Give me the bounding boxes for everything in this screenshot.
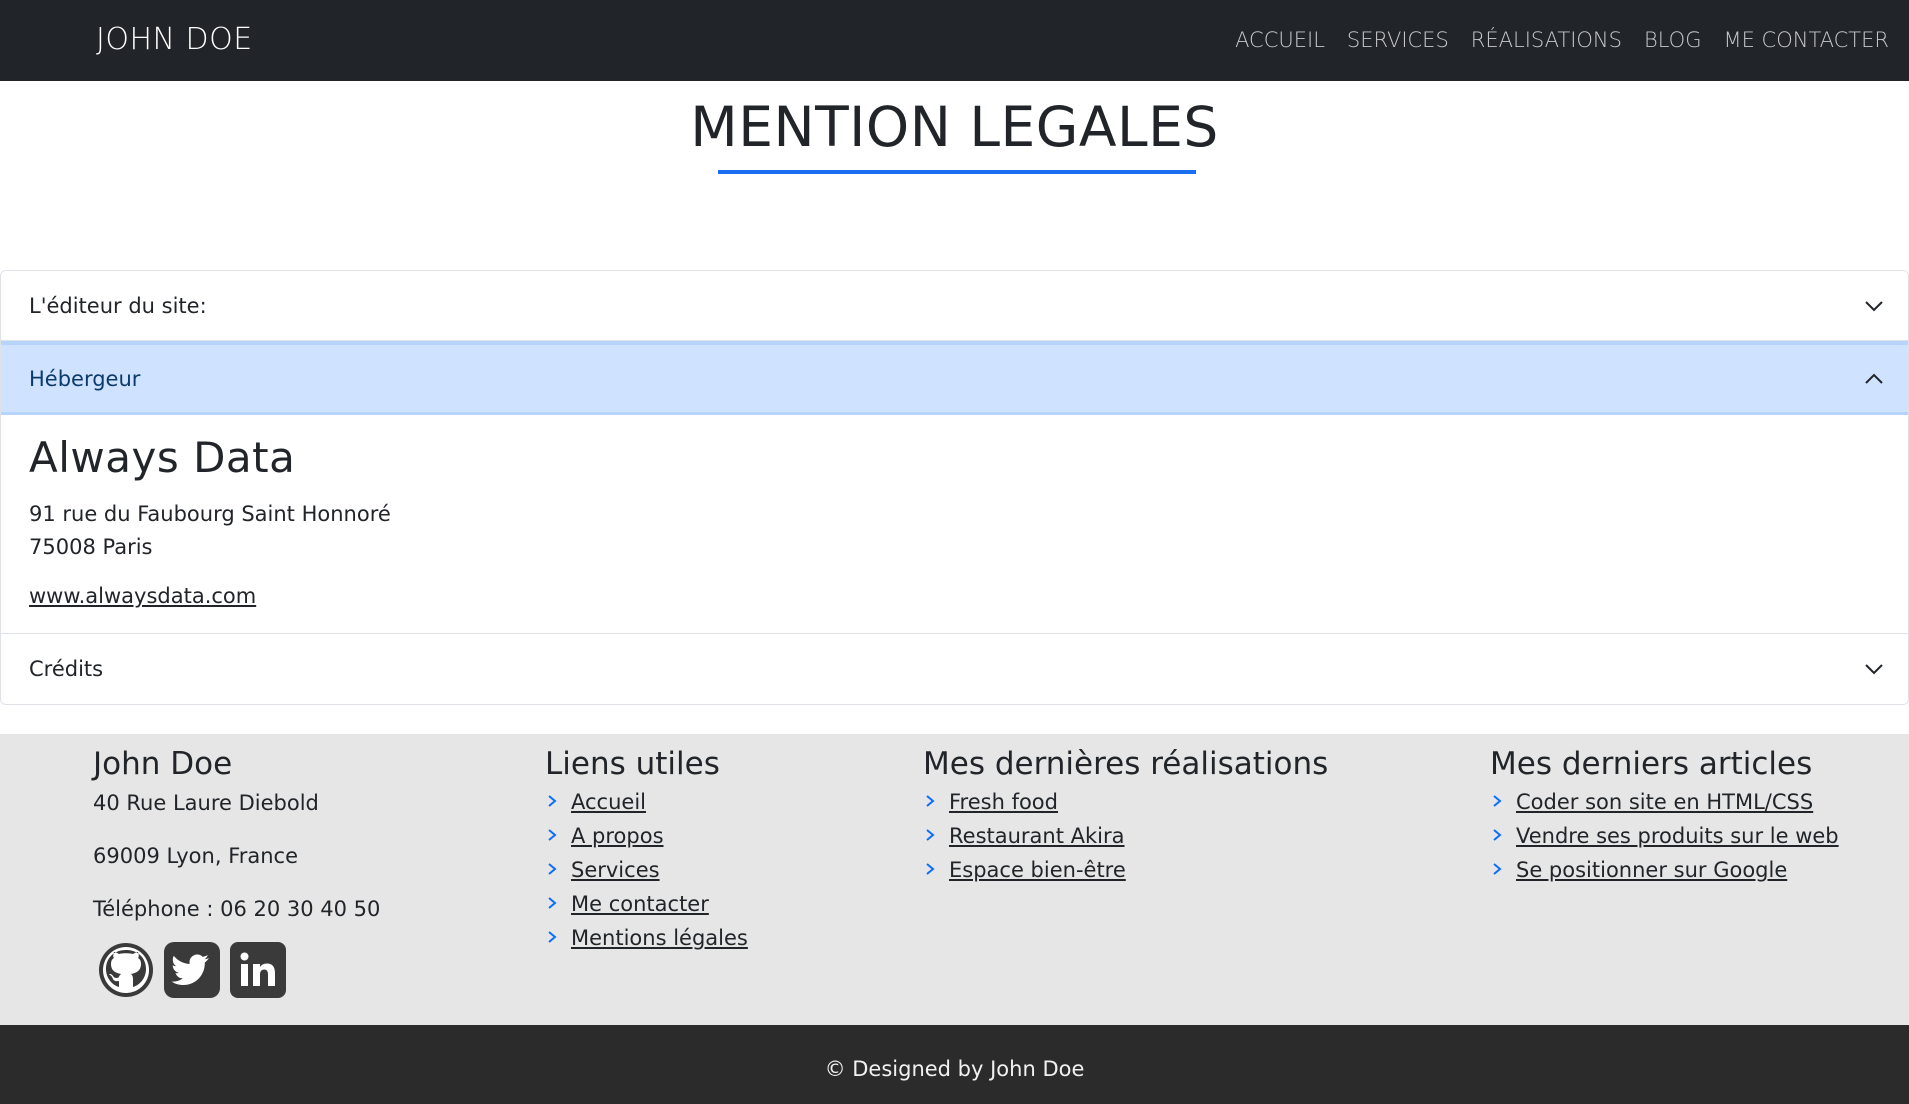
chevron-down-icon xyxy=(1865,664,1883,675)
article-link-html-css[interactable]: Coder son site en HTML/CSS xyxy=(1516,790,1813,814)
list-item: Espace bien-être xyxy=(923,858,1328,892)
footer-link-me-contacter[interactable]: Me contacter xyxy=(571,892,709,916)
projects-list: Fresh food Restaurant Akira Espace bien-… xyxy=(923,790,1328,892)
host-address-line1: 91 rue du Faubourg Saint Honnoré xyxy=(29,502,391,526)
chevron-right-icon xyxy=(926,829,935,841)
footer-contact-name: John Doe xyxy=(93,746,233,782)
chevron-up-icon xyxy=(1865,373,1883,384)
footer-articles-title: Mes derniers articles xyxy=(1490,746,1813,782)
footer-link-a-propos[interactable]: A propos xyxy=(571,824,664,848)
nav-link-realisations[interactable]: RÉALISATIONS xyxy=(1471,28,1622,52)
list-item: Coder son site en HTML/CSS xyxy=(1490,790,1839,824)
list-item: A propos xyxy=(545,824,748,858)
useful-links-list: Accueil A propos Services Me contacter M… xyxy=(545,790,748,960)
article-link-google[interactable]: Se positionner sur Google xyxy=(1516,858,1787,882)
page-title: MENTION LEGALES xyxy=(690,95,1219,159)
host-name: Always Data xyxy=(29,433,296,482)
accordion-header-credits[interactable]: Crédits xyxy=(1,633,1908,704)
chevron-right-icon xyxy=(1493,829,1502,841)
nav-link-blog[interactable]: BLOG xyxy=(1644,28,1702,52)
accordion-body-hebergeur: Always Data 91 rue du Faubourg Saint Hon… xyxy=(1,415,1908,633)
chevron-down-icon xyxy=(1865,300,1883,311)
footer-articles: Mes derniers articles Coder son site en … xyxy=(1490,746,1839,892)
footer-link-mentions-legales[interactable]: Mentions légales xyxy=(571,926,748,950)
chevron-right-icon xyxy=(548,829,557,841)
chevron-right-icon xyxy=(548,897,557,909)
chevron-right-icon xyxy=(548,931,557,943)
brand-logo[interactable]: JOHN DOE xyxy=(96,22,253,57)
accordion-header-editeur[interactable]: L'éditeur du site: xyxy=(1,271,1908,341)
accordion-header-label: Crédits xyxy=(29,657,104,681)
footer-link-accueil[interactable]: Accueil xyxy=(571,790,646,814)
footer-contact: John Doe 40 Rue Laure Diebold 69009 Lyon… xyxy=(93,746,380,999)
copyright-bar: © Designed by John Doe xyxy=(0,1025,1909,1104)
footer-projects: Mes dernières réalisations Fresh food Re… xyxy=(923,746,1328,892)
footer-city: 69009 Lyon, France xyxy=(93,844,299,868)
title-underline xyxy=(718,170,1196,174)
twitter-icon[interactable] xyxy=(163,941,221,999)
footer-useful-links: Liens utiles Accueil A propos Services M… xyxy=(545,746,748,960)
linkedin-icon[interactable] xyxy=(229,941,287,999)
project-link-restaurant-akira[interactable]: Restaurant Akira xyxy=(949,824,1125,848)
footer-useful-links-title: Liens utiles xyxy=(545,746,720,782)
list-item: Fresh food xyxy=(923,790,1328,824)
footer-phone: Téléphone : 06 20 30 40 50 xyxy=(93,897,381,921)
host-website-link[interactable]: www.alwaysdata.com xyxy=(29,584,256,608)
chevron-right-icon xyxy=(926,795,935,807)
footer: John Doe 40 Rue Laure Diebold 69009 Lyon… xyxy=(0,734,1909,1025)
chevron-right-icon xyxy=(548,863,557,875)
nav-link-services[interactable]: SERVICES xyxy=(1347,28,1449,52)
list-item: Services xyxy=(545,858,748,892)
chevron-right-icon xyxy=(926,863,935,875)
list-item: Mentions légales xyxy=(545,926,748,960)
github-icon[interactable] xyxy=(97,941,155,999)
navbar: JOHN DOE ACCUEIL SERVICES RÉALISATIONS B… xyxy=(0,0,1909,81)
accordion-header-hebergeur[interactable]: Hébergeur xyxy=(1,341,1908,415)
articles-list: Coder son site en HTML/CSS Vendre ses pr… xyxy=(1490,790,1839,892)
project-link-espace-bien-etre[interactable]: Espace bien-être xyxy=(949,858,1126,882)
list-item: Vendre ses produits sur le web xyxy=(1490,824,1839,858)
chevron-right-icon xyxy=(1493,795,1502,807)
nav-menu: ACCUEIL SERVICES RÉALISATIONS BLOG ME CO… xyxy=(1235,28,1889,52)
list-item: Me contacter xyxy=(545,892,748,926)
footer-street: 40 Rue Laure Diebold xyxy=(93,791,319,815)
footer-link-services[interactable]: Services xyxy=(571,858,660,882)
chevron-right-icon xyxy=(1493,863,1502,875)
legal-accordion: L'éditeur du site: Hébergeur Always Data… xyxy=(0,270,1909,705)
footer-projects-title: Mes dernières réalisations xyxy=(923,746,1329,782)
list-item: Se positionner sur Google xyxy=(1490,858,1839,892)
list-item: Accueil xyxy=(545,790,748,824)
article-link-vendre-produits[interactable]: Vendre ses produits sur le web xyxy=(1516,824,1839,848)
accordion-header-label: Hébergeur xyxy=(29,366,141,391)
chevron-right-icon xyxy=(548,795,557,807)
list-item: Restaurant Akira xyxy=(923,824,1328,858)
project-link-fresh-food[interactable]: Fresh food xyxy=(949,790,1058,814)
accordion-header-label: L'éditeur du site: xyxy=(29,293,207,318)
nav-link-accueil[interactable]: ACCUEIL xyxy=(1235,28,1325,52)
nav-link-me-contacter[interactable]: ME CONTACTER xyxy=(1723,28,1889,52)
social-links xyxy=(97,941,380,999)
host-address-line2: 75008 Paris xyxy=(29,535,153,559)
